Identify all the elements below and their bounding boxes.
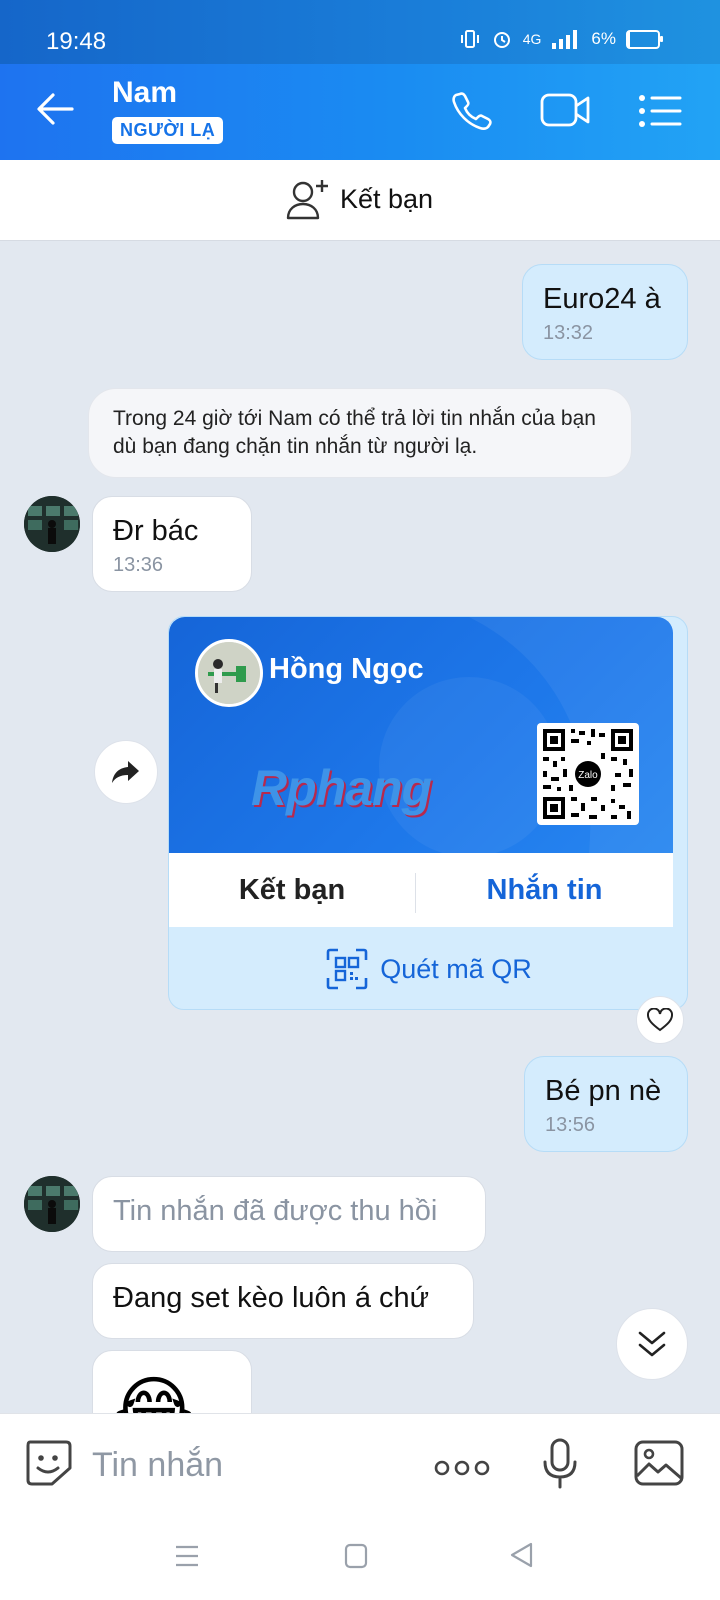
share-forward-icon [112,761,139,783]
home-icon[interactable] [344,1543,368,1569]
contact-avatar[interactable] [24,496,80,552]
qr-code-image: Zalo [543,729,633,819]
message-time: 13:32 [543,322,594,344]
avatar-image [24,1176,80,1232]
app-header: 19:48 4G 6% Nam NGƯỜI LẠ [0,0,720,160]
card-avatar [195,639,263,707]
alarm-icon [493,32,510,48]
scan-qr-button[interactable]: Quét mã QR [169,927,687,1009]
status-time: 19:48 [46,28,107,55]
battery-percent: 6% [591,29,616,48]
card-action-row: Kết bạn Nhắn tin [169,853,673,927]
card-add-friend-label: Kết bạn [238,873,346,906]
message-text: Bé pn nè [545,1075,662,1107]
add-friend-bar[interactable]: Kết bạn [0,160,720,241]
vibrate-icon [460,30,479,48]
stranger-badge: NGƯỜI LẠ [112,117,224,144]
message-time: 13:56 [545,1114,596,1136]
heart-icon [647,1008,673,1032]
contact-avatar[interactable] [24,1176,80,1232]
recalled-message-text: Tin nhắn đã được thu hồi [113,1195,438,1227]
phone-icon[interactable] [452,90,492,130]
message-bubble-mine[interactable]: Bé pn nè 13:56 [524,1056,688,1152]
battery-icon [626,29,663,49]
qr-code[interactable]: Zalo [537,723,639,825]
qr-scan-icon [326,948,368,990]
scroll-to-bottom-button[interactable] [616,1308,688,1380]
contact-name[interactable]: Nam [112,76,177,110]
microphone-icon[interactable] [542,1438,578,1490]
scan-qr-label: Quét mã QR [380,953,532,984]
card-message-label: Nhắn tin [486,873,603,906]
message-text: Euro24 à [543,283,661,315]
card-contact-name: Hồng Ngọc [269,653,424,685]
qr-zalo-logo: Zalo [578,770,598,781]
share-button[interactable] [94,740,158,804]
double-chevron-down-icon [638,1331,666,1357]
message-input-bar: Tin nhắn [0,1413,720,1522]
contact-card[interactable]: Hồng Ngọc Rphang Zalo Kết bạn Nhắn tin Q… [168,616,688,1010]
message-time: 13:36 [113,554,164,576]
avatar-image [24,496,80,552]
signal-icon [552,30,578,49]
message-bubble-theirs[interactable]: Đr bác 13:36 [92,496,252,592]
recent-apps-icon[interactable] [174,1545,200,1567]
network-type: 4G [522,31,542,47]
message-bubble-theirs[interactable]: Đang set kèo luôn á chứ [92,1263,474,1339]
system-notice: Trong 24 giờ tới Nam có thể trả lời tin … [88,388,632,478]
sticker-icon[interactable] [24,1438,72,1488]
add-friend-label: Kết bạn [340,183,434,214]
card-add-friend-button[interactable]: Kết bạn [169,853,415,927]
image-icon[interactable] [634,1440,684,1486]
message-text: Đr bác [113,515,199,547]
video-call-icon[interactable] [540,92,592,128]
recalled-message-bubble[interactable]: Tin nhắn đã được thu hồi [92,1176,486,1252]
card-message-button[interactable]: Nhắn tin [416,853,673,927]
more-icon[interactable] [434,1458,490,1478]
status-icons: 4G 6% [459,28,663,50]
add-friend-icon [286,180,328,220]
message-input[interactable]: Tin nhắn [92,1446,223,1485]
menu-list-icon[interactable] [638,94,682,128]
card-header: Hồng Ngọc Rphang Zalo [169,617,673,853]
message-text: Đang set kèo luôn á chứ [113,1282,430,1314]
back-arrow-icon[interactable] [36,92,74,126]
message-bubble-mine[interactable]: Euro24 à 13:32 [522,264,688,360]
react-button[interactable] [636,996,684,1044]
system-nav-bar [0,1521,720,1600]
card-watermark: Rphang [251,760,432,816]
back-nav-icon[interactable] [508,1541,534,1569]
